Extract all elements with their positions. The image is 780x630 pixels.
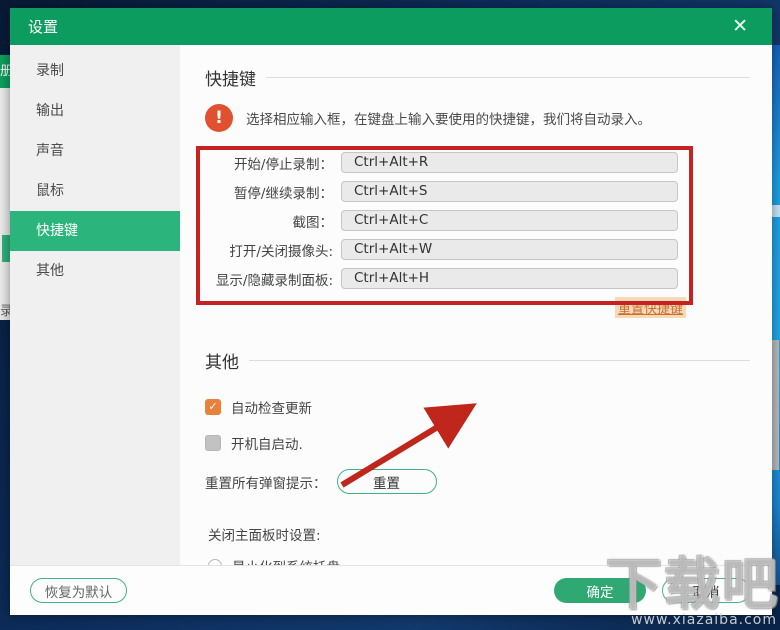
sidebar-item-hotkeys[interactable]: 快捷键 (10, 211, 180, 251)
desktop-blue-strip-highlight (772, 205, 780, 217)
reset-hotkeys-link[interactable]: 重置快捷键 (614, 297, 686, 318)
hotkey-input-webcam[interactable]: Ctrl+Alt+W (341, 239, 678, 260)
settings-content: 快捷键 ! 选择相应输入框，在键盘上输入要使用的快捷键，我们将自动录入。 开始/… (180, 45, 772, 565)
checkbox-label: 开机自启动. (231, 437, 303, 453)
settings-dialog: 设置 ✕ 录制 输出 声音 鼠标 快捷键 其他 快捷键 ! 选择相应输入框，在键… (10, 8, 772, 615)
radio-label: 最小化到系统托盘 (232, 556, 340, 565)
hotkeys-section-title: 快捷键 (205, 70, 256, 90)
checkbox-label: 自动检查更新 (231, 401, 312, 417)
section-divider (249, 360, 750, 361)
restore-defaults-button[interactable]: 恢复为默认 (30, 578, 127, 603)
section-divider (266, 77, 750, 78)
hotkey-rows: 开始/停止录制： Ctrl+Alt+R 暂停/继续录制： Ctrl+Alt+S … (205, 152, 772, 289)
dialog-footer: 恢复为默认 确定 取消 (10, 565, 772, 615)
warning-icon: ! (205, 104, 233, 132)
hotkey-row: 显示/隐藏录制面板: Ctrl+Alt+H (205, 268, 772, 289)
hotkey-input-pause-resume[interactable]: Ctrl+Alt+S (341, 181, 678, 202)
hotkey-row: 截图： Ctrl+Alt+C (205, 210, 772, 231)
hotkey-label: 开始/停止录制： (233, 156, 333, 173)
close-icon[interactable]: ✕ (726, 17, 754, 36)
cancel-button[interactable]: 取消 (662, 578, 750, 603)
title-bar: 设置 ✕ (10, 8, 772, 45)
desktop-blue-strip (772, 45, 780, 585)
sidebar-item-other[interactable]: 其他 (10, 251, 180, 291)
hotkey-input-screenshot[interactable]: Ctrl+Alt+C (341, 210, 678, 231)
background-scrollbar-fragment (772, 340, 779, 470)
hotkey-input-show-hide-panel[interactable]: Ctrl+Alt+H (341, 268, 678, 289)
hotkey-label: 显示/隐藏录制面板: (215, 272, 333, 289)
checkbox-auto-start[interactable] (205, 435, 221, 451)
other-section-title: 其他 (205, 353, 239, 373)
background-window-fragment: 录 (0, 300, 10, 318)
close-panel-setting-label: 关闭主面板时设置: (208, 528, 321, 544)
settings-sidebar: 录制 输出 声音 鼠标 快捷键 其他 (10, 45, 180, 565)
checkbox-auto-update[interactable]: ✓ (205, 399, 221, 415)
hotkey-label: 打开/关闭摄像头: (229, 243, 333, 260)
sidebar-item-output[interactable]: 输出 (10, 91, 180, 131)
hotkey-input-start-stop[interactable]: Ctrl+Alt+R (341, 152, 678, 173)
hotkey-label: 暂停/继续录制： (233, 185, 333, 202)
background-window-fragment: 册 (0, 55, 10, 88)
background-window-fragment (0, 88, 10, 320)
hotkey-row: 打开/关闭摄像头: Ctrl+Alt+W (205, 239, 772, 260)
window-title: 设置 (28, 18, 59, 36)
hotkey-row: 暂停/继续录制： Ctrl+Alt+S (205, 181, 772, 202)
hotkey-row: 开始/停止录制： Ctrl+Alt+R (205, 152, 772, 173)
sidebar-item-record[interactable]: 录制 (10, 51, 180, 91)
ok-button[interactable]: 确定 (554, 578, 646, 603)
radio-minimize-to-tray[interactable] (208, 559, 222, 565)
sidebar-item-mouse[interactable]: 鼠标 (10, 171, 180, 211)
reset-all-popups-label: 重置所有弹窗提示： (205, 475, 327, 492)
hotkey-label: 截图： (292, 214, 334, 231)
hotkeys-notice-text: 选择相应输入框，在键盘上输入要使用的快捷键，我们将自动录入。 (246, 112, 651, 128)
reset-popups-button[interactable]: 重置 (336, 469, 437, 494)
sidebar-item-sound[interactable]: 声音 (10, 131, 180, 171)
background-window-fragment (2, 235, 10, 262)
